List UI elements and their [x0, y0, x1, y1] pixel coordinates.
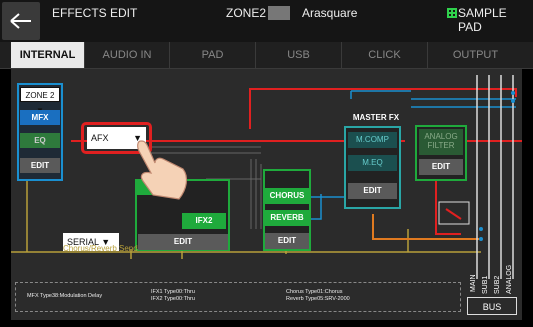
zone-label: ZONE2 [226, 6, 267, 20]
tab-output[interactable]: OUTPUT [428, 42, 523, 68]
eq-button[interactable]: EQ [20, 133, 60, 148]
reverb-button[interactable]: REVERB [265, 210, 309, 226]
tab-bar: INTERNAL AUDIO IN PAD USB CLICK OUTPUT [0, 42, 533, 69]
status-ifx2: IFX2 Type00:Thru [151, 296, 195, 302]
tab-usb[interactable]: USB [256, 42, 342, 68]
fx-edit-button[interactable]: EDIT [265, 233, 309, 249]
tab-internal[interactable]: INTERNAL [11, 42, 85, 68]
analog-filter-button[interactable]: ANALOG FILTER [419, 129, 463, 155]
status-mfx: MFX Type38:Modulation Delay [27, 293, 103, 299]
zone-select-dropdown[interactable]: ZONE 2 ▼ [20, 87, 60, 115]
mcomp-button[interactable]: M.COMP [348, 132, 397, 148]
analog-filter-line1: ANALOG [424, 132, 458, 141]
master-fx-title: MASTER FX [352, 113, 400, 122]
tab-click[interactable]: CLICK [342, 42, 428, 68]
switch-box [438, 201, 470, 225]
analog-edit-button[interactable]: EDIT [419, 159, 463, 175]
mfx-button[interactable]: MFX [20, 110, 60, 125]
bus-button[interactable]: BUS [467, 297, 517, 315]
output-sub1-label: SUB1 [482, 275, 489, 294]
status-chorus: Chorus Type01:Chorus [286, 289, 343, 295]
zone-select-value: ZONE 2 [25, 91, 55, 100]
meq-button[interactable]: M.EQ [348, 155, 397, 171]
top-bar: EFFECTS EDIT ZONE2 Arasquare SAMPLE PAD [0, 0, 533, 42]
analog-filter-line2: FILTER [427, 141, 455, 150]
output-sub2-label: SUB2 [494, 275, 501, 294]
kit-name: Arasquare [302, 6, 358, 20]
tab-audio-in[interactable]: AUDIO IN [85, 42, 170, 68]
routing-panel: ZONE 2 ▼ MFX EQ EDIT AFX▼ IFX2 EDIT SERI… [11, 69, 522, 320]
kit-icon [268, 6, 290, 20]
mfx-edit-button[interactable]: EDIT [20, 158, 60, 173]
back-button[interactable] [2, 2, 40, 40]
send-label: Chorus/Reverb Send [63, 244, 138, 253]
tab-pad[interactable]: PAD [170, 42, 256, 68]
hand-pointer-icon [137, 140, 188, 200]
sample-pad-label[interactable]: SAMPLE PAD [458, 6, 533, 34]
status-ifx1: IFX1 Type00:Thru [151, 289, 195, 295]
status-reverb: Reverb Type05:SRV-2000 [286, 296, 350, 302]
afx-value: AFX [91, 133, 109, 143]
output-main-label: MAIN [470, 274, 477, 293]
master-edit-button[interactable]: EDIT [348, 183, 397, 199]
chorus-button[interactable]: CHORUS [265, 188, 309, 204]
output-analog-label: ANALOG [506, 264, 513, 294]
screen-title: EFFECTS EDIT [52, 6, 138, 20]
ifx2-button[interactable]: IFX2 [182, 213, 226, 229]
back-arrow-icon [10, 13, 31, 29]
sample-pad-grid-icon [447, 8, 457, 18]
